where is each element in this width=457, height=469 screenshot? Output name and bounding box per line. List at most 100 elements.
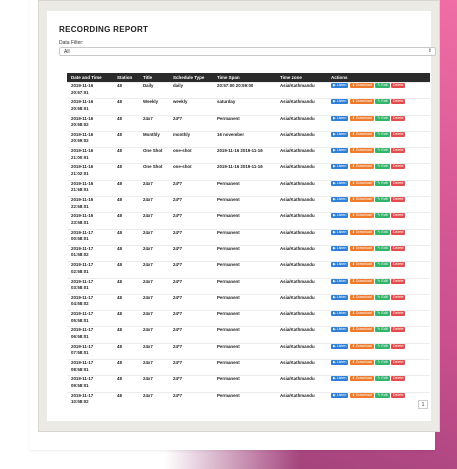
schedule-cell: 24*7 <box>173 343 183 349</box>
download-button[interactable]: ⬇ Download <box>349 180 374 186</box>
actions-cell: ▶ Listen ⬇ Download ✎ Edit Delete <box>327 99 430 115</box>
edit-button[interactable]: ✎ Edit <box>375 245 390 251</box>
edit-button[interactable]: ✎ Edit <box>375 262 390 268</box>
download-button[interactable]: ⬇ Download <box>349 148 374 154</box>
delete-button[interactable]: Delete <box>391 262 406 268</box>
edit-button[interactable]: ✎ Edit <box>375 115 390 121</box>
download-button[interactable]: ⬇ Download <box>349 262 374 268</box>
delete-button[interactable]: Delete <box>391 245 406 251</box>
listen-button[interactable]: ▶ Listen <box>331 343 349 349</box>
listen-button[interactable]: ▶ Listen <box>331 197 349 203</box>
download-button[interactable]: ⬇ Download <box>349 278 374 284</box>
edit-button[interactable]: ✎ Edit <box>375 131 390 137</box>
listen-button[interactable]: ▶ Listen <box>331 311 349 317</box>
edit-button[interactable]: ✎ Edit <box>375 148 390 154</box>
delete-button[interactable]: Delete <box>391 311 406 317</box>
delete-button[interactable]: Delete <box>391 294 406 300</box>
delete-button[interactable]: Delete <box>391 197 406 203</box>
listen-button[interactable]: ▶ Listen <box>331 360 349 366</box>
span-cell: Permanent <box>217 245 240 251</box>
listen-button[interactable]: ▶ Listen <box>331 327 349 333</box>
download-button[interactable]: ⬇ Download <box>349 213 374 219</box>
edit-button[interactable]: ✎ Edit <box>375 197 390 203</box>
delete-button[interactable]: Delete <box>391 83 406 88</box>
delete-button[interactable]: Delete <box>391 131 406 137</box>
listen-button[interactable]: ▶ Listen <box>331 164 349 170</box>
delete-button[interactable]: Delete <box>391 343 406 349</box>
download-button[interactable]: ⬇ Download <box>349 376 374 382</box>
delete-button[interactable]: Delete <box>391 278 406 284</box>
download-button[interactable]: ⬇ Download <box>349 245 374 251</box>
schedule-cell: 24*7 <box>173 294 183 300</box>
delete-button[interactable]: Delete <box>391 99 406 105</box>
edit-button[interactable]: ✎ Edit <box>375 392 390 398</box>
listen-button[interactable]: ▶ Listen <box>331 148 349 154</box>
listen-button[interactable]: ▶ Listen <box>331 115 349 121</box>
data-filter-select[interactable]: All ⇕ <box>59 47 436 56</box>
listen-button[interactable]: ▶ Listen <box>331 262 349 268</box>
download-button[interactable]: ⬇ Download <box>349 131 374 137</box>
timezone-cell: Asia/Kathmandu <box>280 376 315 382</box>
date-cell: 2019-11-16 21:00:01 <box>67 148 113 164</box>
listen-button[interactable]: ▶ Listen <box>331 83 349 88</box>
delete-button[interactable]: Delete <box>391 376 406 382</box>
col-header: Actions <box>327 73 430 83</box>
listen-button[interactable]: ▶ Listen <box>331 245 349 251</box>
edit-button[interactable]: ✎ Edit <box>375 83 390 88</box>
download-button[interactable]: ⬇ Download <box>349 360 374 366</box>
listen-button[interactable]: ▶ Listen <box>331 180 349 186</box>
delete-button[interactable]: Delete <box>391 180 406 186</box>
edit-button[interactable]: ✎ Edit <box>375 294 390 300</box>
download-button[interactable]: ⬇ Download <box>349 343 374 349</box>
actions-cell: ▶ Listen ⬇ Download ✎ Edit Delete <box>327 245 430 261</box>
edit-button[interactable]: ✎ Edit <box>375 180 390 186</box>
schedule-cell: 24*7 <box>173 115 183 121</box>
listen-button[interactable]: ▶ Listen <box>331 278 349 284</box>
download-button[interactable]: ⬇ Download <box>349 115 374 121</box>
listen-button[interactable]: ▶ Listen <box>331 213 349 219</box>
edit-button[interactable]: ✎ Edit <box>375 343 390 349</box>
time-text: 08:58:01 <box>71 366 89 372</box>
date-cell: 2019-11-16 20:57:01 <box>67 83 113 99</box>
pagination-page-button[interactable]: 1 <box>418 400 428 409</box>
delete-button[interactable]: Delete <box>391 392 406 398</box>
edit-button[interactable]: ✎ Edit <box>375 311 390 317</box>
timezone-cell: Asia/Kathmandu <box>280 213 315 219</box>
edit-button[interactable]: ✎ Edit <box>375 327 390 333</box>
title-cell: 24x7 <box>143 327 153 333</box>
delete-button[interactable]: Delete <box>391 327 406 333</box>
time-text: 21:00:01 <box>71 154 89 160</box>
delete-button[interactable]: Delete <box>391 213 406 219</box>
delete-button[interactable]: Delete <box>391 229 406 235</box>
actions-cell: ▶ Listen ⬇ Download ✎ Edit Delete <box>327 148 430 164</box>
download-button[interactable]: ⬇ Download <box>349 99 374 105</box>
listen-button[interactable]: ▶ Listen <box>331 99 349 105</box>
edit-button[interactable]: ✎ Edit <box>375 376 390 382</box>
download-button[interactable]: ⬇ Download <box>349 294 374 300</box>
download-button[interactable]: ⬇ Download <box>349 311 374 317</box>
listen-button[interactable]: ▶ Listen <box>331 229 349 235</box>
table-row: 2019-11-16 21:02:01 48 One Shot one-shot 2019… <box>67 163 430 180</box>
edit-button[interactable]: ✎ Edit <box>375 99 390 105</box>
listen-button[interactable]: ▶ Listen <box>331 392 349 398</box>
listen-button[interactable]: ▶ Listen <box>331 131 349 137</box>
download-button[interactable]: ⬇ Download <box>349 197 374 203</box>
download-button[interactable]: ⬇ Download <box>349 229 374 235</box>
edit-button[interactable]: ✎ Edit <box>375 229 390 235</box>
download-button[interactable]: ⬇ Download <box>349 83 374 88</box>
table-row: 2019-11-16 20:57:01 48 Daily daily 20:57:00 2… <box>67 82 430 99</box>
time-text: 04:58:02 <box>71 301 89 307</box>
delete-button[interactable]: Delete <box>391 164 406 170</box>
edit-button[interactable]: ✎ Edit <box>375 360 390 366</box>
download-button[interactable]: ⬇ Download <box>349 327 374 333</box>
download-button[interactable]: ⬇ Download <box>349 392 374 398</box>
delete-button[interactable]: Delete <box>391 360 406 366</box>
listen-button[interactable]: ▶ Listen <box>331 294 349 300</box>
edit-button[interactable]: ✎ Edit <box>375 213 390 219</box>
delete-button[interactable]: Delete <box>391 148 406 154</box>
edit-button[interactable]: ✎ Edit <box>375 278 390 284</box>
listen-button[interactable]: ▶ Listen <box>331 376 349 382</box>
download-button[interactable]: ⬇ Download <box>349 164 374 170</box>
delete-button[interactable]: Delete <box>391 115 406 121</box>
edit-button[interactable]: ✎ Edit <box>375 164 390 170</box>
